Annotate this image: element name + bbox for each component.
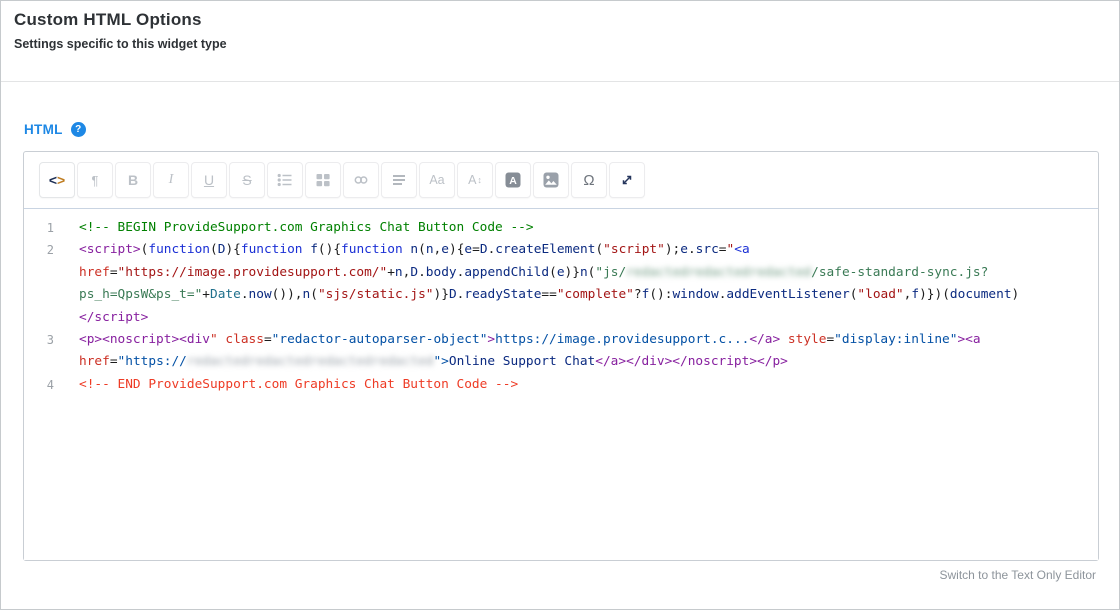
html-field-label: HTML ? [24, 122, 86, 137]
line-number: 3 [24, 329, 54, 351]
insert-image-icon [542, 171, 560, 189]
code-line: </script> [54, 307, 148, 329]
toolbar-font-size-button[interactable]: A↕ [457, 162, 493, 198]
bold-icon: B [128, 172, 138, 188]
code-row: </script> [24, 307, 1098, 329]
toolbar-alignment-button[interactable] [381, 162, 417, 198]
underline-icon: U [204, 172, 214, 188]
code-line: <!-- BEGIN ProvideSupport.com Graphics C… [54, 217, 534, 239]
text-color-icon: A [504, 171, 522, 189]
unordered-list-icon [276, 171, 294, 189]
line-number: 4 [24, 374, 54, 396]
page-subtitle: Settings specific to this widget type [14, 37, 1106, 51]
code-row: 2<script>(function(D){function f(){funct… [24, 239, 1098, 261]
toolbar-fullscreen-button[interactable] [609, 162, 645, 198]
toolbar-unordered-list-button[interactable] [267, 162, 303, 198]
code-row: 4<!-- END ProvideSupport.com Graphics Ch… [24, 374, 1098, 396]
paragraph-icon: ¶ [92, 173, 99, 188]
help-icon[interactable]: ? [71, 122, 86, 137]
special-char-icon: Ω [583, 172, 594, 189]
toolbar-link-button[interactable] [343, 162, 379, 198]
toolbar-strikethrough-button[interactable]: S [229, 162, 265, 198]
code-view-icon: > [57, 172, 65, 188]
toolbar-special-char-button[interactable]: Ω [571, 162, 607, 198]
toolbar-underline-button[interactable]: U [191, 162, 227, 198]
alignment-icon [390, 171, 408, 189]
toolbar-italic-button[interactable]: I [153, 162, 189, 198]
code-row: ps_h=QpsW&ps_t="+Date.now()),n("sjs/stat… [24, 284, 1098, 306]
toolbar-code-view-button[interactable]: <> [39, 162, 75, 198]
code-row: 1<!-- BEGIN ProvideSupport.com Graphics … [24, 217, 1098, 239]
editor-toolbar: <>¶BIUSAaA↕AΩ [24, 152, 1098, 208]
code-line: <script>(function(D){function f(){functi… [54, 239, 750, 261]
code-content: 1<!-- BEGIN ProvideSupport.com Graphics … [24, 217, 1098, 396]
code-view-icon: < [49, 172, 57, 188]
html-editor: <>¶BIUSAaA↕AΩ 1<!-- BEGIN ProvideSupport… [23, 151, 1099, 561]
page-header: Custom HTML Options Settings specific to… [1, 1, 1119, 51]
link-icon [352, 171, 370, 189]
svg-text:A: A [509, 175, 517, 187]
table-icon [314, 171, 332, 189]
line-number [24, 307, 54, 329]
line-number [24, 351, 54, 373]
header-divider [1, 81, 1119, 82]
code-line: <p><noscript><div" class="redactor-autop… [54, 329, 981, 351]
font-case-icon: Aa [429, 173, 444, 187]
toolbar-bold-button[interactable]: B [115, 162, 151, 198]
toolbar-font-case-button[interactable]: Aa [419, 162, 455, 198]
code-line: href="https://image.providesupport.com/"… [54, 262, 988, 284]
toolbar-paragraph-button[interactable]: ¶ [77, 162, 113, 198]
code-row: 3<p><noscript><div" class="redactor-auto… [24, 329, 1098, 351]
code-row: href="https://image.providesupport.com/"… [24, 262, 1098, 284]
font-size-arrows-icon: ↕ [477, 175, 482, 185]
line-number: 2 [24, 239, 54, 261]
code-editor-area[interactable]: 1<!-- BEGIN ProvideSupport.com Graphics … [24, 208, 1098, 560]
toolbar-insert-image-button[interactable] [533, 162, 569, 198]
toolbar-table-button[interactable] [305, 162, 341, 198]
switch-editor-link[interactable]: Switch to the Text Only Editor [939, 568, 1096, 582]
page-title: Custom HTML Options [14, 10, 1106, 30]
fullscreen-icon [618, 171, 636, 189]
font-size-icon: A [468, 173, 476, 187]
line-number [24, 262, 54, 284]
toolbar-text-color-button[interactable]: A [495, 162, 531, 198]
strikethrough-icon: S [242, 172, 251, 188]
html-field-label-text: HTML [24, 122, 63, 137]
code-row: href="https://redactedredactedredactedre… [24, 351, 1098, 373]
italic-icon: I [169, 172, 174, 188]
code-line: ps_h=QpsW&ps_t="+Date.now()),n("sjs/stat… [54, 284, 1019, 306]
code-line: <!-- END ProvideSupport.com Graphics Cha… [54, 374, 518, 396]
code-line: href="https://redactedredactedredactedre… [54, 351, 788, 373]
line-number: 1 [24, 217, 54, 239]
line-number [24, 284, 54, 306]
